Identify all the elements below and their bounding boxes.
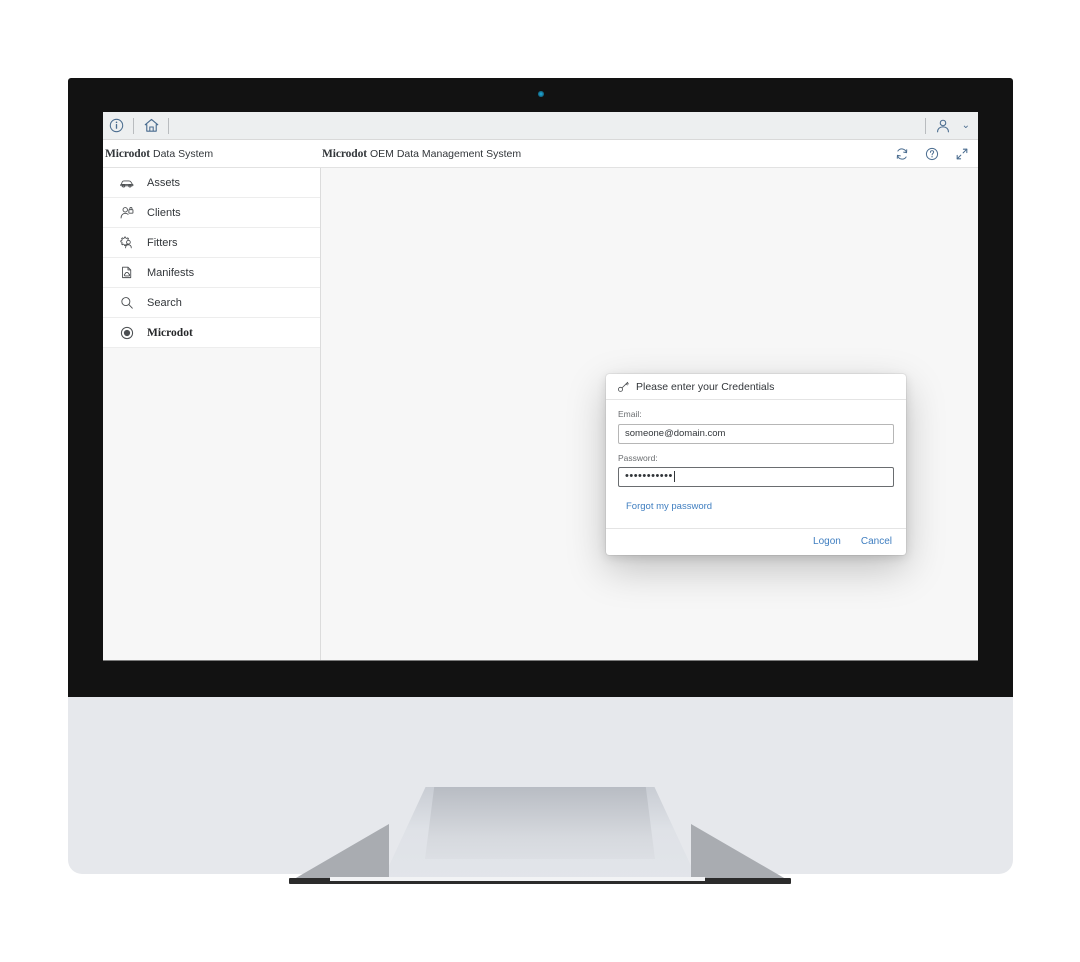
credentials-dialog: Please enter your Credentials Email: Pas… [606, 374, 906, 555]
content-area: Please enter your Credentials Email: Pas… [321, 168, 978, 660]
forgot-password-link[interactable]: Forgot my password [626, 501, 712, 512]
person-gear-icon [117, 233, 137, 253]
sidebar-item-label: Clients [147, 206, 181, 219]
shellbar-divider-1 [133, 117, 134, 134]
workspace: Assets Clients Fitters Manifests Search … [103, 168, 978, 660]
sidebar-item-label: Microdot [147, 326, 193, 339]
sidebar-title-rest: Data System [152, 148, 214, 160]
user-avatar-icon[interactable] [930, 115, 956, 137]
password-field-group: Password: ••••••••••• [618, 453, 894, 487]
password-dots: ••••••••••• [625, 470, 673, 482]
page-title: Microdot OEM Data Management System [322, 140, 521, 168]
sidebar-item-clients[interactable]: Clients [103, 198, 320, 228]
shellbar-divider-2 [168, 117, 169, 134]
refresh-icon[interactable] [894, 146, 910, 162]
sidebar-item-microdot[interactable]: Microdot [103, 318, 320, 348]
sidebar-item-label: Fitters [147, 236, 178, 249]
dialog-title: Please enter your Credentials [636, 380, 775, 393]
shellbar-divider-3 [924, 118, 926, 134]
sidebar-item-fitters[interactable]: Fitters [103, 228, 320, 258]
person-lock-icon [117, 203, 137, 223]
fullscreen-icon[interactable] [954, 146, 970, 162]
sidebar-item-search[interactable]: Search [103, 288, 320, 318]
sidebar: Assets Clients Fitters Manifests Search … [103, 168, 321, 660]
sidebar-empty-area [103, 348, 320, 660]
logon-button[interactable]: Logon [813, 536, 841, 547]
cancel-button[interactable]: Cancel [861, 536, 892, 547]
page-title-brand: Microdot [322, 148, 367, 160]
info-icon[interactable] [103, 115, 129, 137]
car-icon [117, 173, 137, 193]
screen: ⌄ Microdot Data System Microdot OEM Data… [103, 112, 978, 660]
key-icon [616, 380, 630, 394]
dialog-footer: Logon Cancel [606, 527, 906, 555]
email-field-group: Email: [618, 409, 894, 444]
webcam-indicator-dot [538, 91, 544, 97]
email-input[interactable] [618, 423, 894, 444]
monitor-stand-neck-inner [425, 787, 655, 859]
title-bar: Microdot Data System Microdot OEM Data M… [103, 140, 978, 168]
password-input[interactable]: ••••••••••• [618, 466, 894, 487]
title-bar-actions [894, 140, 970, 168]
home-icon[interactable] [138, 115, 164, 137]
password-masked-display: ••••••••••• [625, 468, 887, 486]
sidebar-title-brand: Microdot [105, 148, 150, 160]
sidebar-item-label: Assets [147, 176, 181, 189]
page-title-rest: OEM Data Management System [369, 148, 522, 160]
shellbar-right-group: ⌄ [921, 112, 972, 140]
shell-bar: ⌄ [103, 112, 978, 140]
dialog-body: Email: Password: ••••••••••• [606, 400, 906, 528]
document-cloud-icon [117, 263, 137, 283]
text-caret [673, 471, 675, 482]
sidebar-item-assets[interactable]: Assets [103, 168, 320, 198]
sidebar-item-label: Manifests [147, 266, 195, 279]
monitor-scene: ⌄ Microdot Data System Microdot OEM Data… [0, 0, 1080, 962]
monitor-stand-base-highlight [330, 877, 705, 881]
sidebar-title: Microdot Data System [105, 140, 213, 168]
radio-filled-icon [117, 323, 137, 343]
email-label: Email: [618, 409, 642, 419]
search-icon [117, 293, 137, 313]
sidebar-item-label: Search [147, 296, 182, 309]
sidebar-item-manifests[interactable]: Manifests [103, 258, 320, 288]
help-icon[interactable] [924, 146, 940, 162]
password-label: Password: [618, 452, 658, 463]
chevron-down-icon[interactable]: ⌄ [962, 121, 970, 131]
dialog-header: Please enter your Credentials [606, 374, 906, 400]
